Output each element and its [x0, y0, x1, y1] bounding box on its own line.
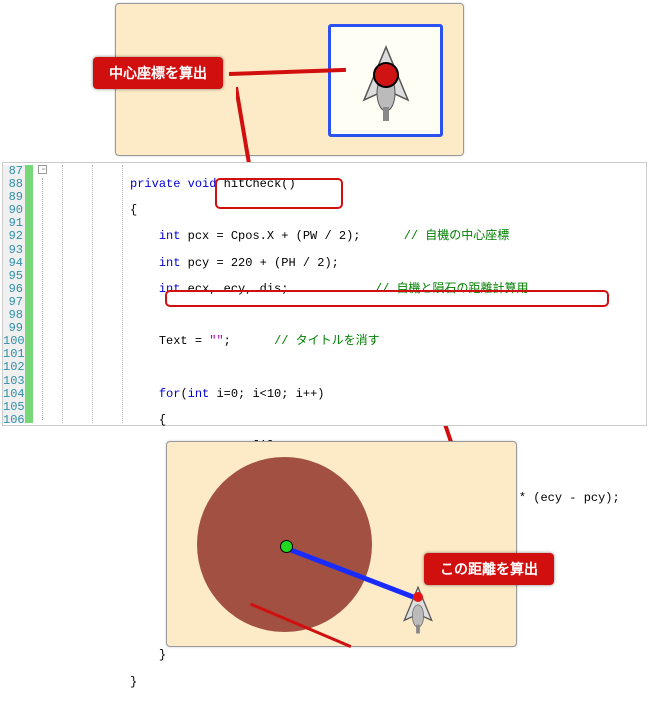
- code-line: Text = ""; // タイトルを消す: [58, 335, 641, 348]
- fold-gutter: [38, 165, 53, 420]
- code-line: [58, 309, 641, 322]
- line-number-gutter: 87 88 89 90 91 92 93 94 95 96 97 98 99 1…: [3, 165, 25, 423]
- line-number: 104: [3, 388, 23, 401]
- change-bar: [25, 165, 33, 423]
- code-line: {: [58, 204, 641, 217]
- code-line: }: [58, 649, 641, 662]
- line-number: 93: [3, 244, 23, 257]
- line-number: 102: [3, 361, 23, 374]
- figure-bottom: [166, 441, 517, 647]
- code-line: int pcy = 220 + (PH / 2);: [58, 257, 641, 270]
- code-line: [58, 361, 641, 374]
- code-line: for(int i=0; i<10; i++): [58, 388, 641, 401]
- line-number: 95: [3, 270, 23, 283]
- highlight-box-center: [215, 178, 343, 209]
- line-number: 106: [3, 414, 23, 427]
- ship-center-icon: [413, 592, 423, 602]
- asteroid-center-icon: [280, 540, 293, 553]
- code-line: }: [58, 676, 641, 689]
- code-line: {: [58, 414, 641, 427]
- fold-toggle-icon[interactable]: [38, 165, 47, 174]
- center-dot-icon: [373, 62, 399, 88]
- callout-center: 中心座標を算出: [93, 57, 223, 89]
- line-number: 92: [3, 230, 23, 243]
- callout-distance: この距離を算出: [424, 553, 554, 585]
- highlight-box-distance: [165, 290, 609, 307]
- code-line: private void hitCheck(): [58, 178, 641, 191]
- line-number: 105: [3, 401, 23, 414]
- line-number: 103: [3, 375, 23, 388]
- line-number: 96: [3, 283, 23, 296]
- code-line: int pcx = Cpos.X + (PW / 2); // 自機の中心座標: [58, 230, 641, 243]
- line-number: 94: [3, 257, 23, 270]
